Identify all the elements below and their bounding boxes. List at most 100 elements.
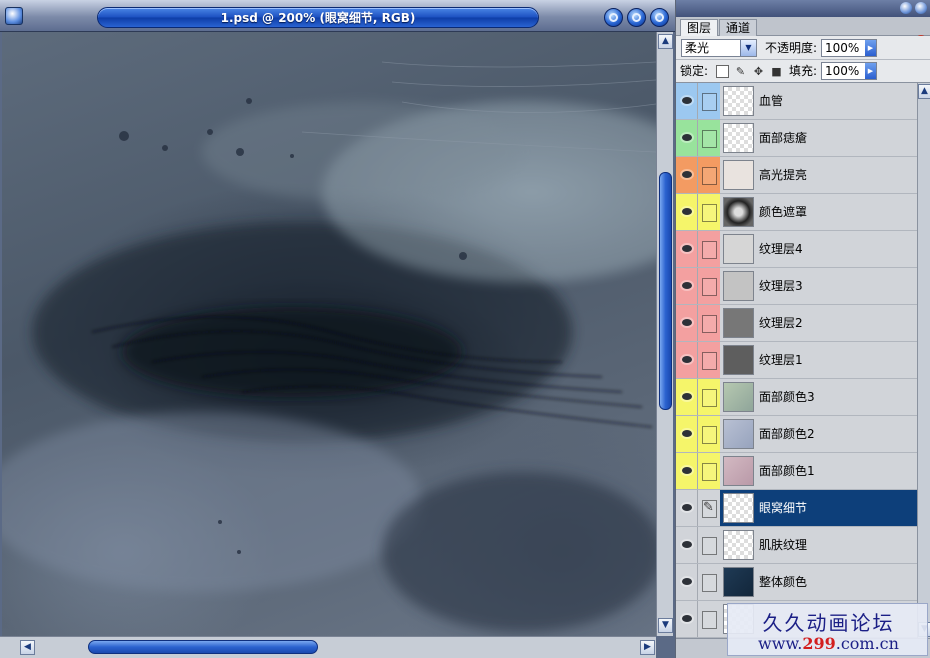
blend-row: 柔光 ▼ 不透明度: 100% ▶ [676,36,930,60]
visibility-eye-icon[interactable] [676,194,698,230]
image-canvas[interactable] [2,32,656,636]
layer-thumbnail[interactable] [723,530,754,560]
layer-thumbnail[interactable] [723,234,754,264]
tab-channels[interactable]: 通道 [719,19,758,36]
lock-label: 锁定: [680,64,709,78]
layer-thumbnail[interactable] [723,123,754,153]
layer-thumbnail[interactable] [723,86,754,116]
fill-slider-arrow-icon[interactable]: ▶ [865,63,876,79]
horizontal-scrollbar[interactable]: ◀ ▶ [0,636,656,658]
layer-name: 肌肤纹理 [759,538,808,552]
layer-row[interactable]: 肌肤纹理 [676,527,917,564]
layer-thumbnail[interactable] [723,308,754,338]
opacity-slider-arrow-icon[interactable]: ▶ [865,40,876,56]
layer-name: 纹理层1 [759,353,803,367]
layer-link-icon[interactable] [698,83,720,119]
visibility-eye-icon[interactable] [676,564,698,600]
visibility-eye-icon[interactable] [676,601,698,637]
layer-link-icon[interactable] [698,305,720,341]
layer-link-icon[interactable] [698,342,720,378]
lock-move-icon[interactable]: ✥ [752,65,765,78]
minimize-button[interactable] [604,8,623,27]
layer-thumbnail[interactable] [723,567,754,597]
palette-minimize-icon[interactable] [900,2,912,14]
layers-scroll-up-icon[interactable]: ▲ [918,84,930,99]
document-titlebar[interactable]: 1.psd @ 200% (眼窝细节, RGB) [0,0,675,32]
layer-row[interactable]: 纹理层4 [676,231,917,268]
visibility-eye-icon[interactable] [676,490,698,526]
layer-link-icon[interactable] [698,231,720,267]
scroll-up-arrow-icon[interactable]: ▲ [658,34,673,49]
layer-name: 高光提亮 [759,168,808,182]
scroll-left-arrow-icon[interactable]: ◀ [20,640,35,655]
layer-name: 纹理层3 [759,279,803,293]
vertical-scroll-thumb[interactable] [659,172,672,410]
layer-row[interactable]: 面部颜色1 [676,453,917,490]
brush-icon[interactable]: ✎ [698,490,720,526]
layer-link-icon[interactable] [698,379,720,415]
photoshop-document-icon[interactable] [5,7,23,25]
layer-row[interactable]: 颜色遮罩 [676,194,917,231]
layer-link-icon[interactable] [698,157,720,193]
layer-row[interactable]: 面部颜色3 [676,379,917,416]
palette-close-icon[interactable] [915,2,927,14]
layer-name: 纹理层4 [759,242,803,256]
fill-input[interactable]: 100% ▶ [821,62,877,80]
layer-name: 纹理层2 [759,316,803,330]
horizontal-scroll-thumb[interactable] [88,640,318,654]
palette-titlebar[interactable] [676,0,930,17]
layers-scrollbar[interactable]: ▲ ▼ [917,83,930,638]
opacity-label: 不透明度: [765,41,818,55]
layer-row[interactable]: 整体颜色 [676,564,917,601]
visibility-eye-icon[interactable] [676,379,698,415]
maximize-button[interactable] [627,8,646,27]
blend-mode-select[interactable]: 柔光 ▼ [681,39,757,57]
lock-brush-icon[interactable]: ✎ [734,65,747,78]
layer-link-icon[interactable] [698,564,720,600]
layer-thumbnail[interactable] [723,382,754,412]
layer-thumbnail[interactable] [723,197,754,227]
layer-link-icon[interactable] [698,268,720,304]
layer-row[interactable]: 血管 [676,83,917,120]
layer-link-icon[interactable] [698,527,720,563]
scroll-down-arrow-icon[interactable]: ▼ [658,618,673,633]
opacity-input[interactable]: 100% ▶ [821,39,877,57]
layer-link-icon[interactable] [698,453,720,489]
layer-thumbnail[interactable] [723,345,754,375]
visibility-eye-icon[interactable] [676,342,698,378]
layer-thumbnail[interactable] [723,456,754,486]
layer-row[interactable]: ✎ 眼窝细节 [676,490,917,527]
visibility-eye-icon[interactable] [676,231,698,267]
vertical-scrollbar[interactable]: ▲ ▼ [656,32,673,636]
layer-row[interactable]: 纹理层3 [676,268,917,305]
visibility-eye-icon[interactable] [676,268,698,304]
visibility-eye-icon[interactable] [676,527,698,563]
visibility-eye-icon[interactable] [676,120,698,156]
visibility-eye-icon[interactable] [676,416,698,452]
visibility-eye-icon[interactable] [676,305,698,341]
tab-layers[interactable]: 图层 [680,19,719,36]
layer-row[interactable]: 纹理层1 [676,342,917,379]
layer-link-icon[interactable] [698,194,720,230]
layer-row[interactable]: 面部痣瘡 [676,120,917,157]
lock-transparency-icon[interactable] [716,65,729,78]
layer-thumbnail[interactable] [723,493,754,523]
layer-row[interactable]: 高光提亮 [676,157,917,194]
layer-thumbnail[interactable] [723,160,754,190]
visibility-eye-icon[interactable] [676,83,698,119]
chevron-down-icon[interactable]: ▼ [740,40,756,56]
scroll-right-arrow-icon[interactable]: ▶ [640,640,655,655]
watermark-title: 久久动画论坛 [762,611,895,635]
palette-tabs: 图层 通道 ▶ [676,17,930,47]
layer-link-icon[interactable] [698,120,720,156]
layer-link-icon[interactable] [698,416,720,452]
layer-thumbnail[interactable] [723,271,754,301]
layer-row[interactable]: 面部颜色2 [676,416,917,453]
layer-row[interactable]: 纹理层2 [676,305,917,342]
close-button[interactable] [650,8,669,27]
lock-all-icon[interactable]: ■ [770,65,783,78]
layer-thumbnail[interactable] [723,419,754,449]
visibility-eye-icon[interactable] [676,157,698,193]
visibility-eye-icon[interactable] [676,453,698,489]
layer-link-icon[interactable] [698,601,720,637]
